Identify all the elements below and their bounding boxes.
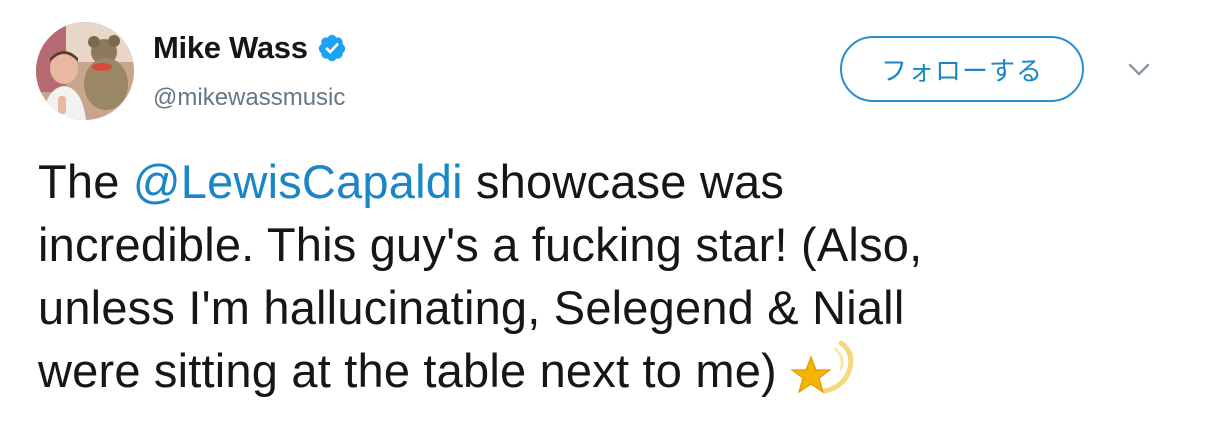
author-avatar[interactable] — [36, 22, 134, 120]
tweet-line-1: The @LewisCapaldi showcase was — [38, 150, 1178, 213]
author-handle[interactable]: @mikewassmusic — [153, 84, 345, 112]
tweet-text-segment: The — [38, 155, 133, 208]
author-name-row: Mike Wass — [153, 30, 347, 66]
tweet-text: The @LewisCapaldi showcase was incredibl… — [38, 150, 1178, 402]
follow-button[interactable]: フォローする — [840, 36, 1084, 102]
mention-link[interactable]: @LewisCapaldi — [133, 155, 463, 208]
verified-badge-icon — [317, 33, 347, 63]
dizzy-star-emoji-icon — [789, 339, 855, 399]
tweet-text-segment: showcase was — [462, 155, 785, 208]
tweet-text-segment: were sitting at the table next to me) — [38, 344, 777, 397]
tweet-line-3: unless I'm hallucinating, Selegend & Nia… — [38, 281, 905, 334]
avatar-photo-icon — [36, 22, 134, 120]
chevron-down-icon[interactable] — [1124, 58, 1154, 82]
tweet-line-4: were sitting at the table next to me) — [38, 339, 1178, 402]
tweet-card: Mike Wass @mikewassmusic フォローする The @Lew… — [0, 0, 1218, 424]
author-display-name[interactable]: Mike Wass — [153, 30, 308, 66]
tweet-line-2: incredible. This guy's a fucking star! (… — [38, 218, 923, 271]
